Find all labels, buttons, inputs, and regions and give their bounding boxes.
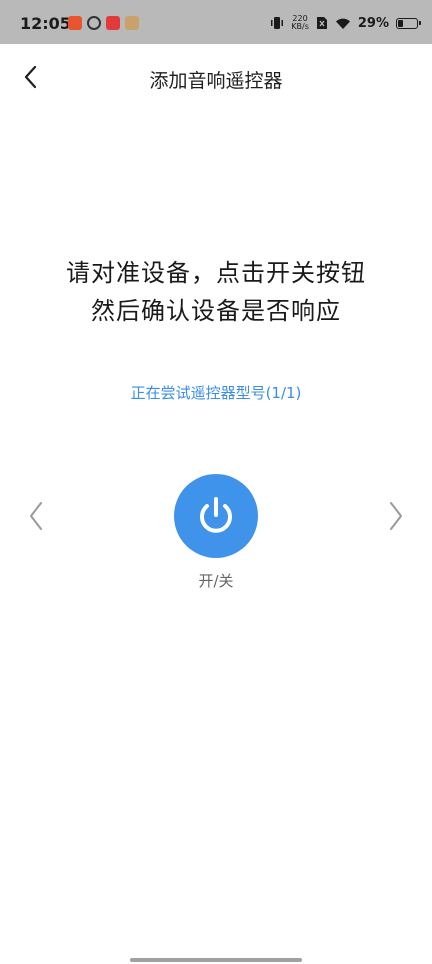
home-indicator[interactable]	[130, 958, 302, 962]
instruction-line-2: 然后确认设备是否响应	[91, 297, 341, 325]
instruction-line-1: 请对准设备，点击开关按钮	[66, 259, 366, 287]
app-notification-icon-1	[68, 16, 82, 30]
app-notification-icon-3	[106, 16, 120, 30]
network-speed-unit: KB/s	[291, 22, 309, 31]
chevron-right-icon	[390, 502, 402, 530]
battery-fill	[398, 19, 404, 27]
network-speed: 220 KB/s	[291, 15, 309, 31]
trying-model-text: 正在尝试遥控器型号(1/1)	[130, 384, 302, 402]
vibrate-icon	[271, 17, 284, 29]
notification-icons	[68, 16, 139, 30]
power-button[interactable]	[174, 474, 258, 558]
wifi-icon	[335, 18, 350, 29]
status-bar: 12:05 220 KB/s 29%	[0, 0, 432, 44]
page-title: 添加音响遥控器	[149, 70, 283, 92]
status-time: 12:05	[20, 14, 71, 33]
next-model-button[interactable]	[378, 496, 414, 536]
previous-model-button[interactable]	[18, 496, 54, 536]
status-right: 220 KB/s 29%	[270, 15, 421, 31]
app-notification-icon-2	[87, 16, 101, 30]
power-button-label: 开/关	[198, 572, 234, 590]
battery-percent: 29%	[357, 15, 389, 31]
header: 添加音响遥控器	[0, 44, 432, 110]
chevron-left-icon	[30, 502, 42, 530]
instruction-text: 请对准设备，点击开关按钮 然后确认设备是否响应	[0, 254, 432, 330]
app-notification-icon-4	[125, 16, 139, 30]
sim-off-icon	[316, 17, 327, 29]
battery-icon	[396, 17, 421, 29]
power-icon	[200, 497, 232, 533]
